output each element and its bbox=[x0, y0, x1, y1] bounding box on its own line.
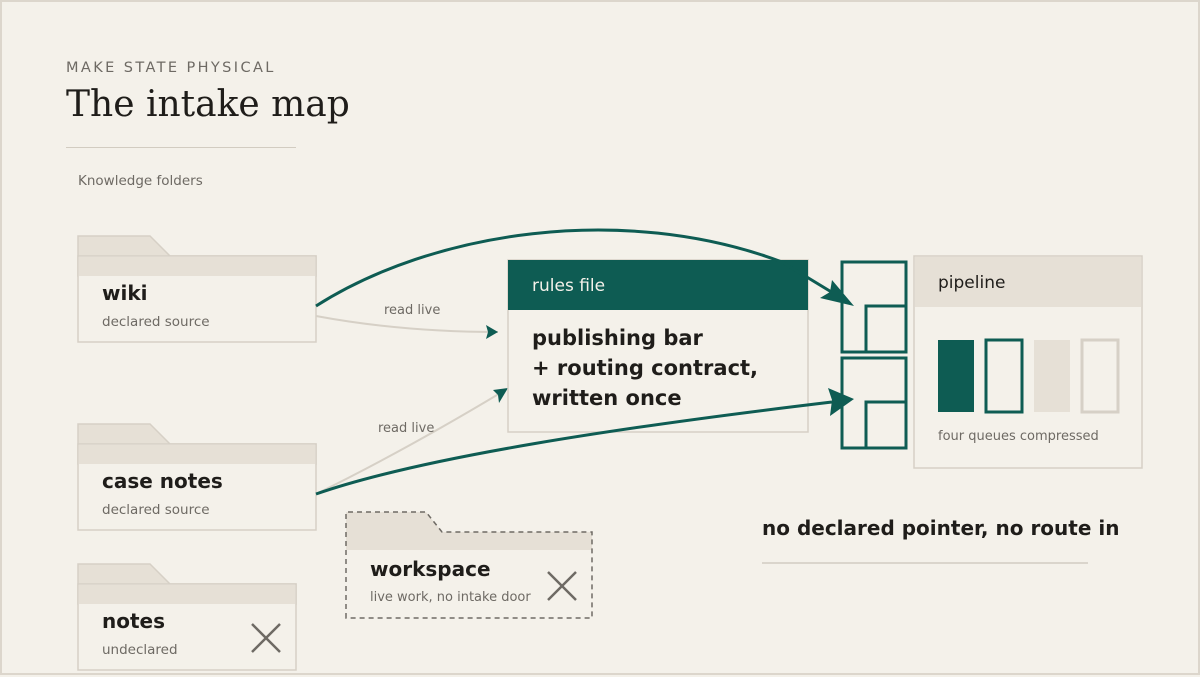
folder-status-wiki: declared source bbox=[102, 314, 210, 330]
pipeline-caption: four queues compressed bbox=[938, 429, 1099, 444]
intake-door-icon bbox=[840, 260, 908, 354]
pipeline-label: pipeline bbox=[938, 273, 1006, 293]
folder-name-wiki: wiki bbox=[102, 281, 148, 305]
folder-status-case-notes: declared source bbox=[102, 502, 210, 518]
read-live-connector-case-notes bbox=[315, 388, 508, 495]
folder-tab-workspace bbox=[346, 512, 592, 550]
folder-name-notes: notes bbox=[102, 609, 166, 633]
page-title: The intake map bbox=[66, 84, 350, 125]
rules-file-line-2: + routing contract, bbox=[532, 356, 759, 380]
callout-text: no declared pointer, no route in bbox=[762, 516, 1120, 540]
folder-name-workspace: workspace bbox=[370, 557, 491, 581]
queue-filled bbox=[938, 340, 974, 412]
edge-label-wiki: read live bbox=[384, 303, 441, 318]
rules-file-header: rules file bbox=[532, 276, 606, 296]
folder-band-case-notes bbox=[79, 445, 315, 464]
edge-label-case-notes: read live bbox=[378, 421, 435, 436]
folder-status-workspace: live work, no intake door bbox=[370, 590, 531, 605]
eyebrow-label: MAKE STATE PHYSICAL bbox=[66, 60, 276, 76]
section-label: Knowledge folders bbox=[78, 173, 203, 189]
intake-door-icon bbox=[840, 356, 908, 450]
x-icon bbox=[547, 571, 577, 601]
rules-file-line-1: publishing bar bbox=[532, 326, 703, 350]
title-rule bbox=[66, 147, 296, 148]
folder-name-case-notes: case notes bbox=[102, 469, 223, 493]
folder-status-notes: undeclared bbox=[102, 642, 178, 658]
rules-file-line-3: written once bbox=[532, 386, 682, 410]
folder-band-notes bbox=[79, 585, 295, 604]
folder-band-wiki bbox=[79, 257, 315, 276]
intake-map-slide: MAKE STATE PHYSICAL The intake map Knowl… bbox=[0, 0, 1200, 675]
queue-muted-filled bbox=[1034, 340, 1070, 412]
read-live-connector-wiki bbox=[315, 315, 499, 339]
